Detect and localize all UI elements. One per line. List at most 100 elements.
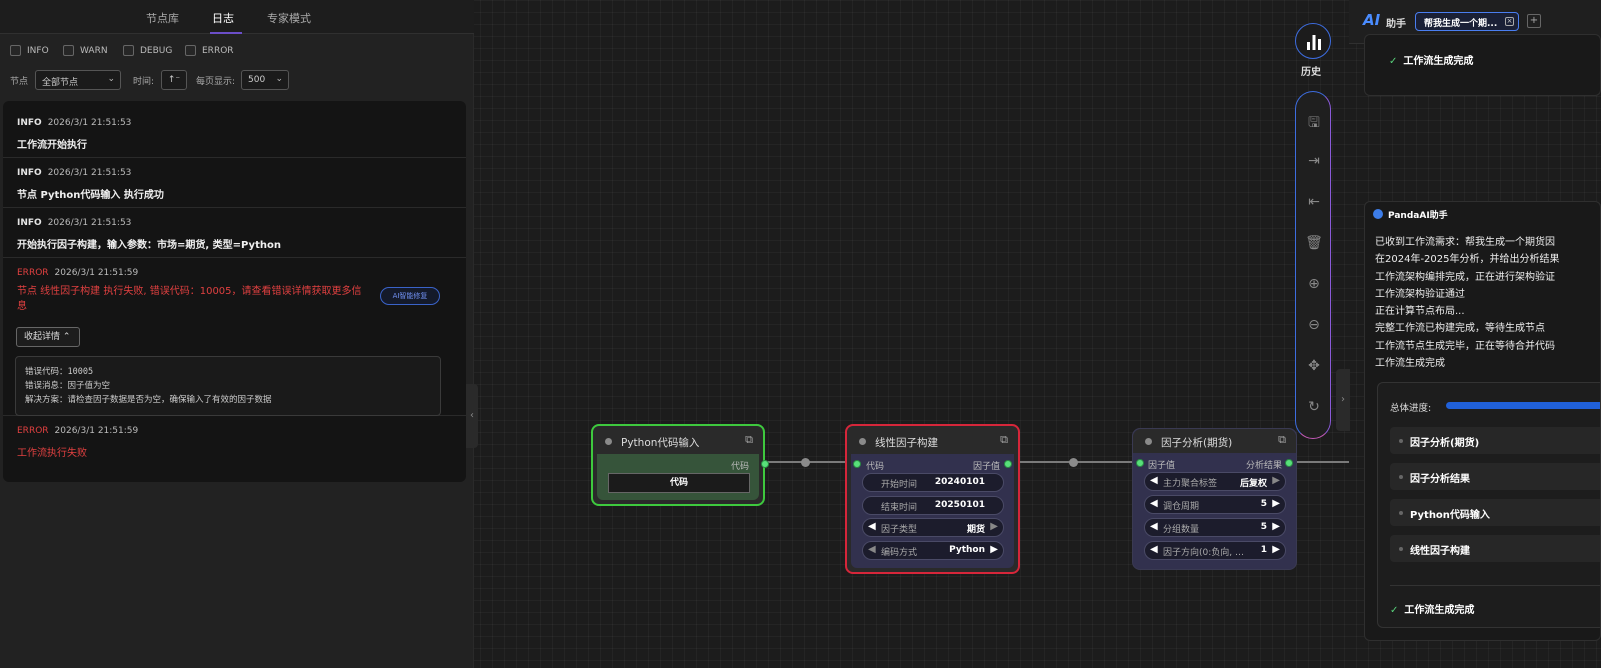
open-external-icon[interactable]: ⧉ <box>745 433 753 447</box>
aggregation-label-stepper[interactable]: ◀ 主力聚合标签 后复权 ▶ <box>1144 472 1286 491</box>
arrow-left-icon: ◀ <box>1150 498 1158 509</box>
edge-midpoint[interactable] <box>1069 458 1078 467</box>
factor-direction-stepper[interactable]: ◀ 因子方向(0:负向, … 1 ▶ <box>1144 541 1286 560</box>
active-tab-indicator <box>210 32 242 34</box>
step-item[interactable]: 因子分析结果 <box>1390 463 1600 490</box>
panel-tabs: 节点库 日志 专家模式 <box>0 0 474 34</box>
progress-card: 总体进度: 因子分析(期货) 因子分析结果 Python代码输入 线性因子构建 … <box>1377 382 1600 628</box>
error-message: 错误消息：因子值为空 <box>25 381 111 391</box>
tab-expert-mode[interactable]: 专家模式 <box>267 10 311 26</box>
output-port[interactable] <box>1004 460 1012 468</box>
rebalance-period-stepper[interactable]: ◀ 调仓周期 5 ▶ <box>1144 495 1286 514</box>
step-item[interactable]: 因子分析(期货) <box>1390 427 1600 454</box>
log-message: 工作流开始执行 <box>17 140 87 151</box>
message-line: 在2024年-2025年分析，并给出分析结果 <box>1375 254 1560 266</box>
log-time: 2026/3/1 21:51:53 <box>47 218 132 228</box>
port-label-out: 因子值 <box>972 462 1000 472</box>
filter-info-checkbox[interactable]: INFO <box>10 45 49 56</box>
filter-warn-checkbox[interactable]: WARN <box>63 45 108 56</box>
log-time: 2026/3/1 21:51:59 <box>54 426 139 436</box>
message-line: 工作流节点生成完毕，正在等待合并代码 <box>1375 340 1555 352</box>
input-port[interactable] <box>853 460 861 468</box>
message-line: 工作流架构验证通过 <box>1375 288 1465 300</box>
message-line: 工作流架构编排完成，正在进行架构验证 <box>1375 271 1555 283</box>
filter-error-checkbox[interactable]: ERROR <box>185 45 234 56</box>
canvas-toolbar: 🖫 ⇥ ⇤ 🗑 ⊕ ⊖ ✥ ↻ <box>1295 91 1331 439</box>
step-item[interactable]: 线性因子构建 <box>1390 535 1600 562</box>
completion-status: ✓ 工作流生成完成 <box>1389 56 1474 67</box>
port-label-out: 分析结果 <box>1245 461 1282 471</box>
bar-chart-icon <box>1307 35 1321 50</box>
history-button[interactable] <box>1295 23 1331 59</box>
arrow-right-icon: ▶ <box>990 521 998 532</box>
completion-status: ✓ 工作流生成完成 <box>1390 605 1475 616</box>
tab-logs[interactable]: 日志 <box>212 10 234 26</box>
tab-node-library[interactable]: 节点库 <box>146 10 179 26</box>
divider <box>1390 585 1600 586</box>
message-line: 工作流生成完成 <box>1375 358 1445 370</box>
message-line: 完整工作流已构建完成，等待生成节点 <box>1375 323 1545 335</box>
arrow-right-icon: ▶ <box>1272 475 1280 486</box>
per-page-label: 每页显示: <box>196 77 236 87</box>
status-dot-icon <box>1145 438 1152 445</box>
arrow-right-icon: ▶ <box>1272 544 1280 555</box>
close-icon[interactable]: × <box>1505 17 1514 26</box>
end-date-field[interactable]: 结束时间 20250101 <box>862 496 1004 515</box>
input-port[interactable] <box>1136 459 1144 467</box>
filter-debug-checkbox[interactable]: DEBUG <box>123 45 172 56</box>
history-label: 历史 <box>1301 67 1321 78</box>
error-solution: 解决方案：请检查因子数据是否为空，确保输入了有效的因子数据 <box>25 395 272 405</box>
node-header: 线性因子构建 ⧉ <box>847 426 1018 454</box>
delete-icon[interactable]: 🗑 <box>1296 235 1332 251</box>
group-count-stepper[interactable]: ◀ 分组数量 5 ▶ <box>1144 518 1286 537</box>
chat-tab[interactable]: 帮我生成一个期... × <box>1415 12 1519 31</box>
per-page-select[interactable]: 500 ⌄ <box>241 70 289 90</box>
node-header: Python代码输入 ⧉ <box>593 426 763 454</box>
port-label-out: 代码 <box>730 462 749 472</box>
export-icon[interactable]: ⇥ <box>1296 153 1332 169</box>
open-external-icon[interactable]: ⧉ <box>1000 433 1008 447</box>
step-item[interactable]: Python代码输入 <box>1390 499 1600 526</box>
edit-code-button[interactable]: 代码 <box>608 473 750 493</box>
ai-panel-title: 助手 <box>1386 19 1406 30</box>
expand-right-panel-icon[interactable]: › <box>1336 369 1350 431</box>
output-port[interactable] <box>1285 459 1293 467</box>
import-icon[interactable]: ⇤ <box>1296 194 1332 210</box>
new-chat-button[interactable]: + <box>1527 14 1541 28</box>
node-title: Python代码输入 <box>621 437 700 449</box>
node-filter-label: 节点 <box>10 77 29 87</box>
collapse-left-panel-icon[interactable]: ‹ <box>466 384 478 448</box>
encoding-stepper[interactable]: ◀ 编码方式 Python ▶ <box>862 541 1004 560</box>
fit-view-icon[interactable]: ✥ <box>1296 358 1332 374</box>
start-date-field[interactable]: 开始时间 20240101 <box>862 473 1004 492</box>
output-port[interactable] <box>761 460 769 468</box>
zoom-in-icon[interactable]: ⊕ <box>1296 276 1332 292</box>
open-external-icon[interactable]: ⧉ <box>1278 433 1286 447</box>
edge-analysis-out <box>1289 461 1349 463</box>
log-level: ERROR <box>17 426 49 436</box>
ai-fix-button[interactable]: AI智能修复 <box>380 287 440 305</box>
ai-logo: AI <box>1363 11 1381 29</box>
message-line: 正在计算节点布局... <box>1375 306 1465 318</box>
panda-ai-icon <box>1373 209 1383 219</box>
log-time: 2026/3/1 21:51:59 <box>54 268 139 278</box>
log-message: 节点 Python代码输入 执行成功 <box>17 190 164 201</box>
log-level: INFO <box>17 218 42 228</box>
log-entry: INFO 2026/3/1 21:51:53 节点 Python代码输入 执行成功 <box>3 158 466 208</box>
log-entry: INFO 2026/3/1 21:51:53 开始执行因子构建，输入参数：市场=期… <box>3 208 466 258</box>
log-entry-error: ERROR 2026/3/1 21:51:59 工作流执行失败 <box>3 416 466 466</box>
reset-icon[interactable]: ↻ <box>1296 399 1332 415</box>
node-python-input[interactable]: Python代码输入 ⧉ 代码 代码 <box>591 424 769 506</box>
collapse-details-button[interactable]: 收起详情 ⌃ <box>16 327 80 347</box>
edge-midpoint[interactable] <box>801 458 810 467</box>
sort-ascending-icon[interactable]: ↑⁻ <box>161 70 187 90</box>
arrow-left-icon: ◀ <box>1150 475 1158 486</box>
zoom-out-icon[interactable]: ⊖ <box>1296 317 1332 333</box>
factor-type-stepper[interactable]: ◀ 因子类型 期货 ▶ <box>862 518 1004 537</box>
progress-bar <box>1446 402 1600 409</box>
node-filter-select[interactable]: 全部节点 ⌄ <box>35 70 121 90</box>
node-linear-factor[interactable]: 线性因子构建 ⧉ 代码 因子值 开始时间 20240101 结束时间 2025010… <box>845 424 1020 574</box>
node-factor-analysis[interactable]: 因子分析(期货) ⧉ 因子值 分析结果 ◀ 主力聚合标签 后复权 ▶ ◀ 调仓周期 5 ▶ … <box>1132 428 1297 570</box>
log-message: 节点 线性因子构建 执行失败, 错误代码：10005，请查看错误详情获取更多信息 <box>17 286 362 312</box>
save-icon[interactable]: 🖫 <box>1296 112 1332 136</box>
